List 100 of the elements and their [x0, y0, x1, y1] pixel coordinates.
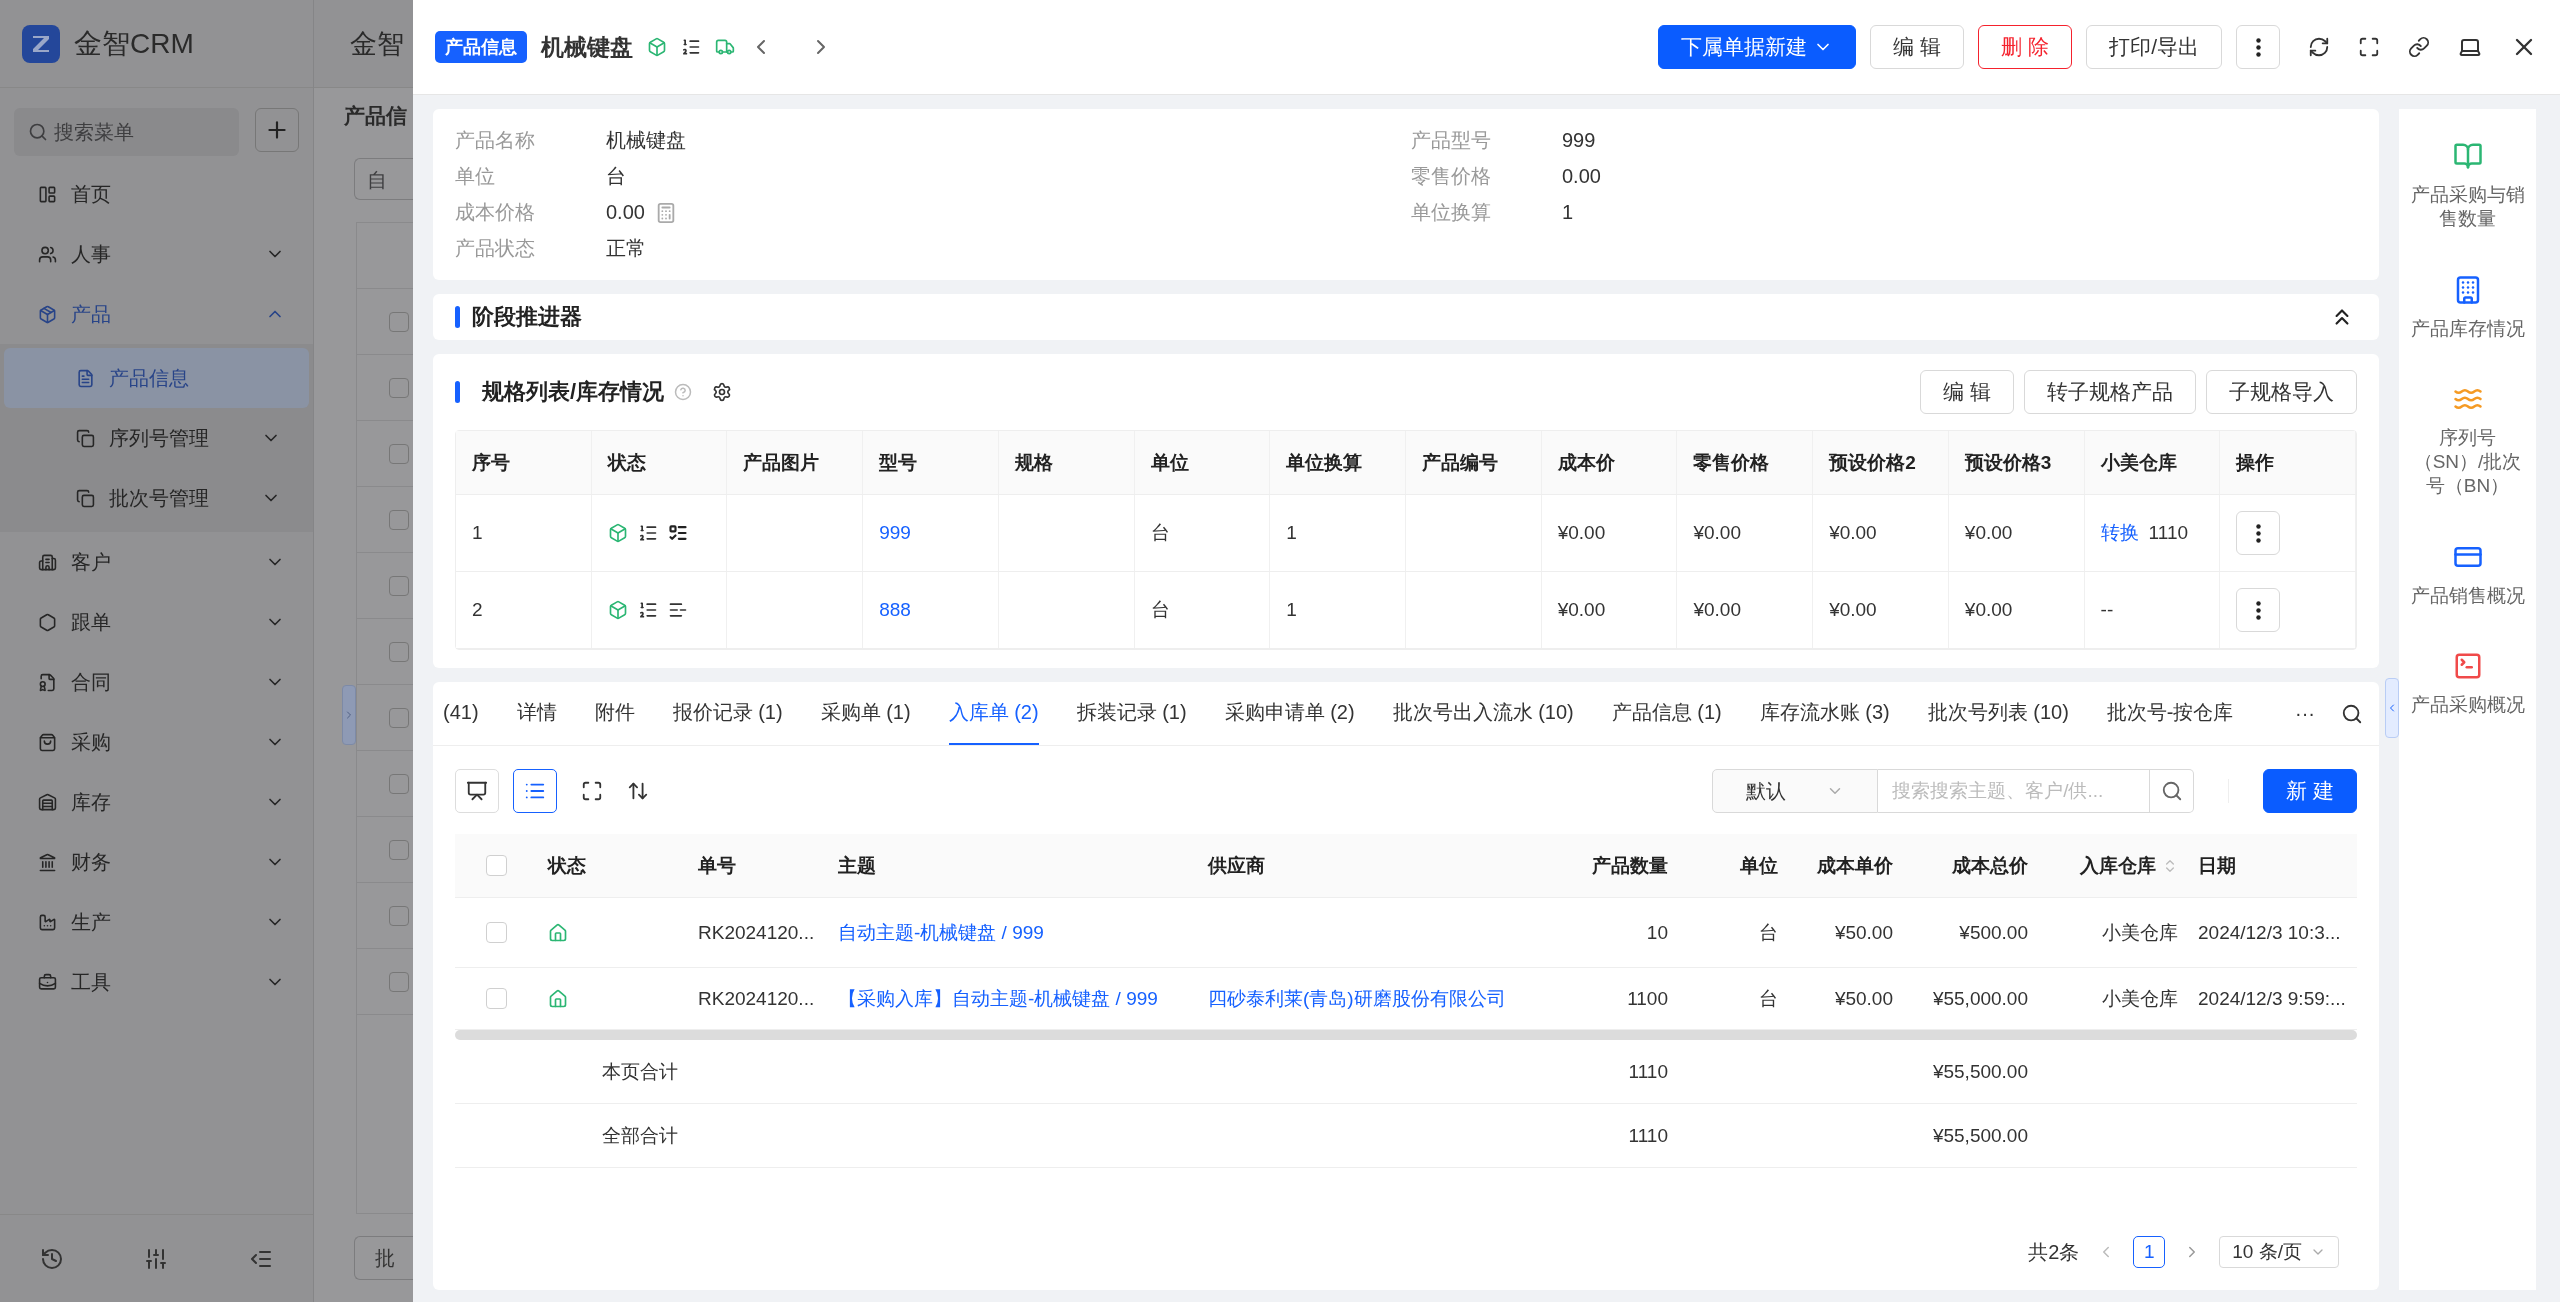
- tab[interactable]: 入库单 (2): [948, 682, 1039, 745]
- cube-icon: [647, 37, 667, 57]
- menu-item[interactable]: 产品: [0, 284, 313, 344]
- spec-button[interactable]: 转子规格产品: [2024, 370, 2196, 414]
- board-view-button[interactable]: [455, 769, 499, 813]
- convert-link[interactable]: 转换: [2100, 520, 2139, 546]
- menu-item[interactable]: 采购: [0, 712, 313, 772]
- menu-item[interactable]: 跟单: [0, 592, 313, 652]
- menu-item[interactable]: 序列号管理: [4, 408, 309, 468]
- table-header-cell: 序号: [456, 431, 592, 494]
- link-icon[interactable]: [2408, 36, 2430, 58]
- table-cell: ¥0.00: [1948, 495, 2085, 571]
- spec-button[interactable]: 子规格导入: [2206, 370, 2357, 414]
- new-button[interactable]: 新 建: [2263, 769, 2357, 813]
- tab[interactable]: 采购单 (1): [820, 682, 911, 745]
- sliders-icon[interactable]: [144, 1246, 169, 1271]
- tab[interactable]: 批次号出入流水 (10): [1392, 682, 1574, 745]
- tab[interactable]: 批次号-按仓库: [2106, 682, 2234, 745]
- row-checkbox[interactable]: [389, 575, 409, 596]
- action-button[interactable]: 编 辑: [1870, 25, 1965, 69]
- menu-item[interactable]: 首页: [0, 164, 313, 224]
- panel-label[interactable]: 序列号（SN）/批次号（BN）: [2408, 426, 2527, 498]
- tab[interactable]: 批次号列表 (10): [1927, 682, 2069, 745]
- row-height-icon[interactable]: [627, 780, 649, 802]
- action-button[interactable]: 打印/导出: [2086, 25, 2222, 69]
- sort-select[interactable]: 默认: [1712, 769, 1879, 813]
- add-button[interactable]: [255, 108, 299, 152]
- menu-item[interactable]: 批次号管理: [4, 468, 309, 528]
- row-checkbox[interactable]: [389, 707, 409, 728]
- history-icon[interactable]: [40, 1246, 65, 1271]
- menu-item[interactable]: 工具: [0, 952, 313, 1012]
- row-checkbox[interactable]: [389, 377, 409, 398]
- menu-item[interactable]: 产品信息: [4, 348, 309, 408]
- select-all-checkbox[interactable]: [486, 855, 507, 876]
- fullscreen-icon[interactable]: [2358, 36, 2380, 58]
- settings-icon[interactable]: [712, 382, 733, 402]
- model-link[interactable]: 999: [879, 522, 911, 544]
- row-checkbox[interactable]: [389, 773, 409, 794]
- row-checkbox[interactable]: [389, 905, 409, 926]
- table-cell: 1110: [1628, 1124, 1668, 1147]
- row-more-button[interactable]: [2236, 588, 2281, 632]
- row-checkbox[interactable]: [389, 839, 409, 860]
- ordered-list-icon: [637, 600, 658, 620]
- tab[interactable]: 库存流水账 (3): [1759, 682, 1890, 745]
- table-header-cell: 小美仓库: [2084, 431, 2221, 494]
- panel-label[interactable]: 产品采购概况: [2410, 693, 2525, 717]
- table-header-cell: 操作: [2220, 431, 2356, 494]
- tab[interactable]: 产品信息 (1): [1611, 682, 1722, 745]
- panel-label[interactable]: 产品库存情况: [2410, 316, 2525, 341]
- more-tabs[interactable]: ···: [2295, 702, 2315, 725]
- more-button[interactable]: [2236, 25, 2280, 69]
- expand-handle[interactable]: [342, 685, 356, 745]
- help-icon[interactable]: [674, 383, 693, 401]
- table-cell: 1110: [1628, 1060, 1668, 1083]
- menu-item[interactable]: 财务: [0, 832, 313, 892]
- action-button[interactable]: 删 除: [1978, 25, 2073, 69]
- tab[interactable]: 附件: [594, 682, 635, 745]
- column-header: 入库仓库: [2080, 853, 2156, 878]
- horizontal-scrollbar[interactable]: [455, 1030, 2357, 1040]
- panel-label[interactable]: 产品采购与销售数量: [2408, 183, 2527, 231]
- tab[interactable]: (41): [443, 682, 479, 745]
- row-checkbox[interactable]: [389, 443, 409, 464]
- row-checkbox[interactable]: [389, 641, 409, 662]
- collapse-handle[interactable]: [2385, 678, 2399, 738]
- more-icon: [2255, 600, 2261, 620]
- menu-item[interactable]: 合同: [0, 652, 313, 712]
- row-more-button[interactable]: [2236, 511, 2281, 555]
- tab[interactable]: 拆装记录 (1): [1076, 682, 1187, 745]
- list-view-button[interactable]: [513, 769, 557, 813]
- subject-link[interactable]: 【采购入库】自动主题-机械键盘 / 999: [838, 985, 1158, 1012]
- row-checkbox[interactable]: [389, 509, 409, 530]
- header-title: 金智: [350, 27, 404, 61]
- fullscreen-icon[interactable]: [581, 780, 603, 802]
- menu-item[interactable]: 客户: [0, 532, 313, 592]
- model-link[interactable]: 888: [879, 599, 911, 621]
- tab[interactable]: 报价记录 (1): [672, 682, 783, 745]
- menu-item[interactable]: 库存: [0, 772, 313, 832]
- panel-label[interactable]: 产品销售概况: [2410, 583, 2525, 608]
- table-cell: 1: [456, 495, 592, 571]
- tab[interactable]: 采购申请单 (2): [1224, 682, 1355, 745]
- supplier-link[interactable]: 四砂泰利莱(青岛)研磨股份有限公司: [1208, 985, 1506, 1012]
- table-cell: 1: [1270, 495, 1406, 571]
- search-button[interactable]: [2150, 769, 2195, 813]
- tab[interactable]: 详情: [516, 682, 557, 745]
- row-checkbox[interactable]: [389, 971, 409, 992]
- refresh-icon[interactable]: [2308, 36, 2330, 58]
- subject-link[interactable]: 自动主题-机械键盘 / 999: [838, 919, 1044, 946]
- book-icon[interactable]: [2452, 141, 2483, 171]
- page-number[interactable]: 1: [2133, 1236, 2166, 1268]
- spec-button[interactable]: 编 辑: [1920, 370, 2014, 414]
- search-icon[interactable]: [2341, 702, 2363, 725]
- menu-item[interactable]: 生产: [0, 892, 313, 952]
- ordered-list-icon: [637, 523, 658, 543]
- page-size-select[interactable]: 10 条/页: [2219, 1236, 2339, 1268]
- menu-item[interactable]: 人事: [0, 224, 313, 284]
- menu-search-field[interactable]: 搜索菜单: [14, 108, 239, 156]
- row-checkbox[interactable]: [389, 311, 409, 332]
- action-button[interactable]: 下属单据新建: [1658, 25, 1857, 69]
- table-cell: ¥55,500.00: [1932, 1060, 2028, 1083]
- search-field[interactable]: 搜索搜索主题、客户/供...: [1878, 769, 2151, 813]
